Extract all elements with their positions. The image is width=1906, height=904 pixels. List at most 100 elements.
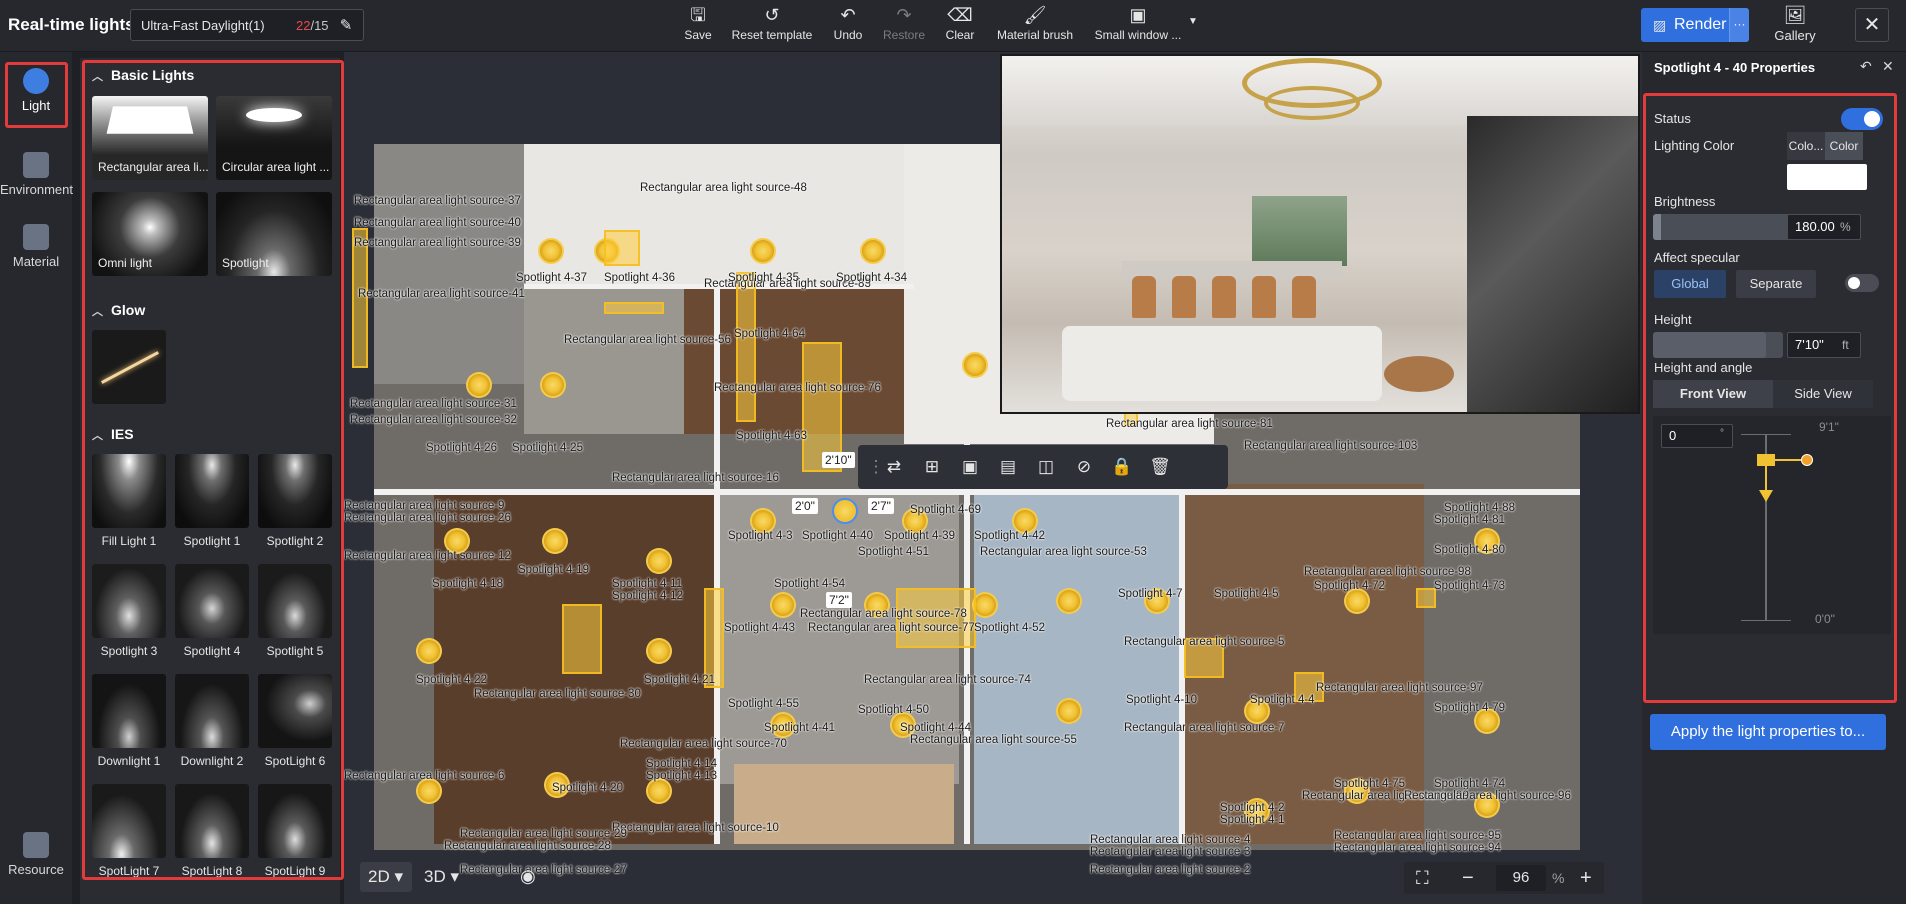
spotlight-marker[interactable] <box>860 238 886 264</box>
apply-light-properties-button[interactable]: Apply the light properties to... <box>1650 714 1886 750</box>
close-button[interactable]: ✕ <box>1855 8 1889 42</box>
ies-spotlight-4[interactable]: Spotlight 4 <box>175 564 249 658</box>
nav-material[interactable]: Material <box>0 216 72 278</box>
select-similar-icon[interactable]: ▣ <box>958 455 982 479</box>
spotlight-marker[interactable] <box>770 592 796 618</box>
group-icon[interactable]: ▤ <box>996 455 1020 479</box>
ies-spotlight-6[interactable]: SpotLight 6 <box>258 674 332 768</box>
specular-toggle[interactable] <box>1845 274 1879 292</box>
nav-environment[interactable]: Environment <box>0 144 73 206</box>
material-icon <box>23 224 49 250</box>
spotlight-marker[interactable] <box>750 238 776 264</box>
chevron-up-icon: ︿ <box>92 430 103 442</box>
render-preview-window[interactable] <box>1000 54 1640 414</box>
glow-header[interactable]: ︿ Glow <box>92 302 145 319</box>
dimension-right[interactable]: 2'7" <box>868 498 894 514</box>
spotlight-marker[interactable] <box>1056 588 1082 614</box>
fit-screen-icon[interactable]: ⛶ <box>1416 862 1429 894</box>
color-tab-temperature[interactable]: Colo... <box>1787 132 1825 160</box>
ies-spotlight-5[interactable]: Spotlight 5 <box>258 564 332 658</box>
ies-spotlight-7[interactable]: SpotLight 7 <box>92 784 166 878</box>
template-selector[interactable]: Ultra-Fast Daylight(1) 22/15 ✎ <box>130 9 364 41</box>
area-light-marker[interactable] <box>736 272 756 422</box>
angle-handle[interactable] <box>1801 454 1813 466</box>
brightness-slider[interactable] <box>1653 214 1807 240</box>
tile-glow-line[interactable] <box>92 330 166 404</box>
selected-spotlight-marker[interactable] <box>832 498 858 524</box>
spotlight-marker[interactable] <box>646 638 672 664</box>
save-button[interactable]: 🖫 Save <box>680 4 716 48</box>
nav-resource[interactable]: Resource <box>0 824 72 886</box>
delete-icon[interactable]: 🗑 <box>1148 455 1172 479</box>
reset-template-button[interactable]: ↺ Reset template <box>730 4 814 48</box>
tile-omni-light[interactable]: Omni light <box>92 192 208 276</box>
nav-light[interactable]: Light <box>0 60 72 122</box>
spotlight-marker[interactable] <box>540 372 566 398</box>
spotlight-marker[interactable] <box>416 638 442 664</box>
area-light-marker[interactable] <box>562 604 602 674</box>
floor-plan-canvas[interactable]: Rectangular area light source-37 Rectang… <box>344 52 1642 904</box>
ies-preview <box>258 564 332 638</box>
close-icon[interactable]: ✕ <box>1882 58 1894 75</box>
specular-separate-button[interactable]: Separate <box>1736 270 1816 298</box>
ies-downlight-1[interactable]: Downlight 1 <box>92 674 166 768</box>
ies-spotlight-1[interactable]: Spotlight 1 <box>175 454 249 548</box>
restore-button[interactable]: ↷ Restore <box>880 4 928 48</box>
tile-rectangular-area-light[interactable]: Rectangular area li... <box>92 96 208 180</box>
status-toggle[interactable] <box>1841 108 1883 130</box>
specular-global-button[interactable]: Global <box>1654 270 1726 298</box>
undo-button[interactable]: ↶ Undo <box>828 4 868 48</box>
view-3d-button[interactable]: 3D ▾ <box>416 862 468 892</box>
tile-circular-area-light[interactable]: Circular area light ... <box>216 96 332 180</box>
hide-icon[interactable]: ⊘ <box>1072 455 1096 479</box>
render-button[interactable]: ▨ Render ··· <box>1641 8 1749 42</box>
area-light-marker[interactable] <box>604 302 664 314</box>
height-slider[interactable] <box>1653 332 1783 358</box>
dimension-bottom[interactable]: 7'2" <box>826 592 852 608</box>
side-view-tab[interactable]: Side View <box>1773 380 1873 408</box>
basic-lights-header[interactable]: ︿ Basic Lights <box>92 67 194 84</box>
edit-pencil-icon[interactable]: ✎ <box>335 15 357 37</box>
dimension-top[interactable]: 2'10" <box>822 452 855 468</box>
material-brush-button[interactable]: 🖌 Material brush <box>992 4 1078 48</box>
spotlight-marker[interactable] <box>646 548 672 574</box>
mirror-icon[interactable]: ◫ <box>1034 455 1058 479</box>
angle-handle-line <box>1773 459 1803 461</box>
add-copy-icon[interactable]: ⊞ <box>920 455 944 479</box>
zoom-out-button[interactable]: − <box>1462 862 1474 894</box>
front-view-tab[interactable]: Front View <box>1653 380 1773 408</box>
spotlight-marker[interactable] <box>466 372 492 398</box>
tile-spotlight[interactable]: Spotlight <box>216 192 332 276</box>
eye-icon[interactable]: ◉ <box>520 866 536 887</box>
spotlight-marker[interactable] <box>542 528 568 554</box>
dimension-left[interactable]: 2'0" <box>792 498 818 514</box>
environment-icon <box>23 152 49 178</box>
clear-button[interactable]: ⌫ Clear <box>940 4 980 48</box>
ies-spotlight-2[interactable]: Spotlight 2 <box>258 454 332 548</box>
height-input[interactable]: 7'10" <box>1787 332 1861 358</box>
replace-icon[interactable]: ⇄ <box>882 455 906 479</box>
view-2d-button[interactable]: 2D ▾ <box>360 862 412 892</box>
ies-header[interactable]: ︿ IES <box>92 426 134 443</box>
zoom-in-button[interactable]: + <box>1580 862 1592 894</box>
ies-fill-light-1[interactable]: Fill Light 1 <box>92 454 166 548</box>
area-light-marker[interactable] <box>1416 588 1436 608</box>
color-tab-color[interactable]: Color <box>1825 132 1863 160</box>
spotlight-marker[interactable] <box>1056 698 1082 724</box>
area-light-marker[interactable] <box>604 230 640 266</box>
lock-icon[interactable]: 🔒 <box>1110 455 1134 479</box>
render-more-button[interactable]: ··· <box>1729 8 1749 42</box>
spotlight-marker[interactable] <box>962 352 988 378</box>
spotlight-marker[interactable] <box>538 238 564 264</box>
reset-icon[interactable]: ↶ <box>1860 58 1872 75</box>
area-light-marker[interactable] <box>704 588 724 688</box>
angle-diagram[interactable]: 0 ° 9'1" 0'0" <box>1653 416 1891 634</box>
ies-downlight-2[interactable]: Downlight 2 <box>175 674 249 768</box>
small-window-button[interactable]: ▣ Small window ... <box>1090 4 1186 48</box>
ies-spotlight-9[interactable]: SpotLight 9 <box>258 784 332 878</box>
zoom-value[interactable]: 96 <box>1496 865 1546 891</box>
ies-spotlight-8[interactable]: SpotLight 8 <box>175 784 249 878</box>
gallery-button[interactable]: 🖼 Gallery <box>1772 4 1818 48</box>
ies-spotlight-3[interactable]: Spotlight 3 <box>92 564 166 658</box>
color-swatch[interactable] <box>1787 164 1867 190</box>
